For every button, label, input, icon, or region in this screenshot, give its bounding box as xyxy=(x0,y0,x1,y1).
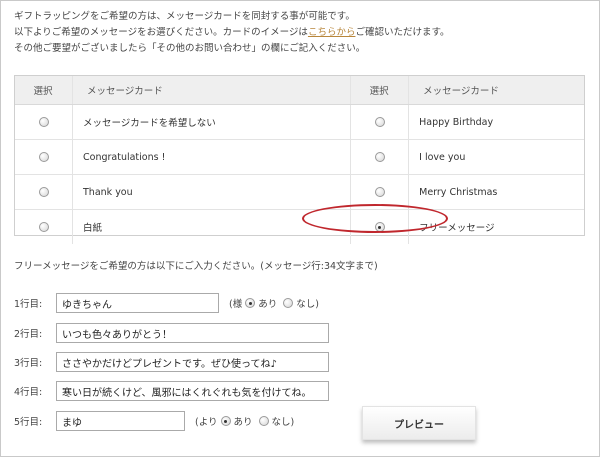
honorific-no-radio[interactable] xyxy=(283,298,294,308)
header-message: メッセージカード xyxy=(72,76,352,105)
table-row: Congratulations ! I love you xyxy=(15,139,584,175)
honorific-open-label: (様 xyxy=(229,299,243,310)
option-label: Merry Christmas xyxy=(408,174,584,210)
card-image-link[interactable]: こちらから xyxy=(308,27,356,38)
sender-yes-radio[interactable] xyxy=(220,416,231,426)
intro-line-2: 以下よりご希望のメッセージをお選びください。カードのイメージはこちらからご確認い… xyxy=(14,25,450,41)
table-header: 選択 メッセージカード 選択 メッセージカード xyxy=(15,76,584,105)
line-3-input[interactable]: ささやかだけどプレゼントです。ぜひ使ってね♪ xyxy=(56,352,329,372)
line-label: 5行目: xyxy=(14,417,43,428)
radio-happy-birthday[interactable] xyxy=(374,117,385,127)
intro-line-1: ギフトラッピングをご希望の方は、メッセージカードを同封する事が可能です。 xyxy=(14,11,355,22)
radio-thank-you[interactable] xyxy=(38,187,49,197)
intro-line-3: その他ご要望がございましたら「その他のお問い合わせ」の欄にご記入ください。 xyxy=(14,43,366,54)
table-row: Thank you Merry Christmas xyxy=(15,174,584,210)
radio-congratulations[interactable] xyxy=(38,152,49,162)
intro-text: ギフトラッピングをご希望の方は、メッセージカードを同封する事が可能です。 以下よ… xyxy=(14,9,450,57)
honorific-options: (様 あり なし) xyxy=(229,296,319,310)
honorific-yes-label: あり xyxy=(258,299,278,310)
header-message-2: メッセージカード xyxy=(408,76,584,105)
table-row: 白紙 フリーメッセージ xyxy=(15,209,584,244)
line-label: 4行目: xyxy=(14,387,43,398)
preview-button[interactable]: プレビュー xyxy=(362,406,476,440)
sender-no-radio[interactable] xyxy=(258,416,269,426)
option-label: Thank you xyxy=(72,174,352,210)
message-card-table: 選択 メッセージカード 選択 メッセージカード メッセージカードを希望しない H… xyxy=(14,75,585,244)
message-line-3: 3行目: ささやかだけどプレゼントです。ぜひ使ってね♪ xyxy=(14,352,329,372)
line-label: 1行目: xyxy=(14,299,43,310)
sender-options: (より あり なし) xyxy=(195,414,294,428)
option-label: メッセージカードを希望しない xyxy=(72,104,352,140)
radio-merry-christmas[interactable] xyxy=(374,187,385,197)
radio-blank[interactable] xyxy=(38,222,49,232)
line-label: 2行目: xyxy=(14,329,43,340)
free-message-instruction: フリーメッセージをご希望の方は以下にご入力ください。(メッセージ行:34文字まで… xyxy=(14,261,378,272)
header-select: 選択 xyxy=(15,76,73,105)
option-label: I love you xyxy=(408,139,584,175)
selection-highlight-ellipse xyxy=(302,204,448,233)
line-2-input[interactable]: いつも色々ありがとう！ xyxy=(56,323,329,343)
option-label: Congratulations ! xyxy=(72,139,352,175)
honorific-no-label: なし) xyxy=(296,299,319,310)
sender-yes-label: あり xyxy=(233,417,253,428)
intro-line-2-pre: 以下よりご希望のメッセージをお選びください。カードのイメージは xyxy=(14,27,308,38)
header-select-2: 選択 xyxy=(350,76,410,105)
line-5-input[interactable]: まゆ xyxy=(56,411,185,431)
sender-no-label: なし) xyxy=(271,417,295,428)
message-line-1: 1行目: ゆきちゃん (様 あり なし) xyxy=(14,293,319,313)
line-label: 3行目: xyxy=(14,358,43,369)
line-4-input[interactable]: 寒い日が続くけど、風邪にはくれぐれも気を付けてね。 xyxy=(56,381,329,401)
sender-open-label: (より xyxy=(195,417,218,428)
intro-line-2-post: ご確認いただけます。 xyxy=(355,27,450,38)
option-label: Happy Birthday xyxy=(408,104,584,140)
radio-i-love-you[interactable] xyxy=(374,152,385,162)
message-line-2: 2行目: いつも色々ありがとう！ xyxy=(14,323,329,343)
line-1-input[interactable]: ゆきちゃん xyxy=(56,293,219,313)
table-row: メッセージカードを希望しない Happy Birthday xyxy=(15,104,584,140)
radio-no-card[interactable] xyxy=(38,117,49,127)
honorific-yes-radio[interactable] xyxy=(245,298,256,308)
message-line-4: 4行目: 寒い日が続くけど、風邪にはくれぐれも気を付けてね。 xyxy=(14,381,329,401)
message-line-5: 5行目: まゆ (より あり なし) xyxy=(14,411,294,431)
